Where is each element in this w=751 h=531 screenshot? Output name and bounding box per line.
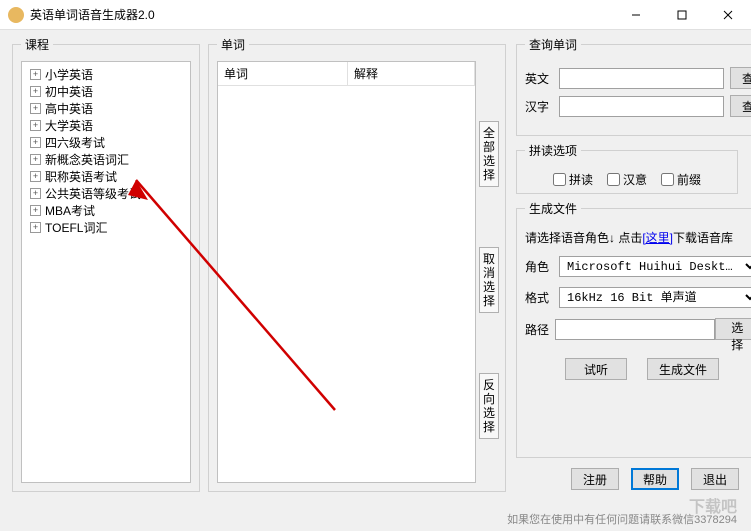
tree-item[interactable]: +初中英语 — [24, 83, 188, 100]
footer-text: 如果您在使用中有任何问题请联系微信3378294 — [507, 511, 737, 527]
maximize-button[interactable] — [659, 0, 705, 30]
path-label: 路径 — [525, 321, 555, 338]
expand-icon[interactable]: + — [30, 171, 41, 182]
tree-item[interactable]: +MBA考试 — [24, 202, 188, 219]
voice-hint: 请选择语音角色↓ 点击[这里]下载语音库 — [525, 229, 751, 246]
format-label: 格式 — [525, 289, 559, 306]
hanyi-checkbox[interactable] — [607, 173, 620, 186]
pinyin-checkbox[interactable] — [553, 173, 566, 186]
role-label: 角色 — [525, 258, 559, 275]
pinyin-legend: 拼读选项 — [525, 142, 581, 159]
client-area: 课程 +小学英语 +初中英语 +高中英语 +大学英语 +四六级考试 +新概念英语… — [0, 30, 751, 531]
deselect-button[interactable]: 取消选择 — [479, 247, 499, 313]
help-button[interactable]: 帮助 — [631, 468, 679, 490]
expand-icon[interactable]: + — [30, 137, 41, 148]
chinese-input[interactable] — [559, 96, 724, 117]
tree-item[interactable]: +职称英语考试 — [24, 168, 188, 185]
expand-icon[interactable]: + — [30, 120, 41, 131]
path-input[interactable] — [555, 319, 715, 340]
expand-icon[interactable]: + — [30, 154, 41, 165]
tree-item[interactable]: +公共英语等级考试 — [24, 185, 188, 202]
pinyin-check[interactable]: 拼读 — [553, 171, 593, 188]
invert-selection-button[interactable]: 反向选择 — [479, 373, 499, 439]
english-input[interactable] — [559, 68, 724, 89]
generate-group: 生成文件 请选择语音角色↓ 点击[这里]下载语音库 角色 Microsoft H… — [516, 200, 751, 458]
generate-legend: 生成文件 — [525, 200, 581, 217]
titlebar: 英语单词语音生成器2.0 — [0, 0, 751, 30]
window-title: 英语单词语音生成器2.0 — [30, 6, 613, 23]
download-voice-link[interactable]: [这里] — [642, 231, 673, 245]
expand-icon[interactable]: + — [30, 103, 41, 114]
query-group: 查询单词 英文 查询 汉字 查询 — [516, 36, 751, 136]
courses-group: 课程 +小学英语 +初中英语 +高中英语 +大学英语 +四六级考试 +新概念英语… — [12, 36, 200, 492]
column-word[interactable]: 单词 — [218, 62, 348, 85]
tree-item[interactable]: +小学英语 — [24, 66, 188, 83]
app-icon — [8, 7, 24, 23]
browse-button[interactable]: 选择 — [715, 318, 751, 340]
exit-button[interactable]: 退出 — [691, 468, 739, 490]
format-select[interactable]: 16kHz 16 Bit 单声道 — [559, 287, 751, 308]
tree-item[interactable]: +四六级考试 — [24, 134, 188, 151]
tree-item[interactable]: +高中英语 — [24, 100, 188, 117]
search-chinese-button[interactable]: 查询 — [730, 95, 751, 117]
chinese-label: 汉字 — [525, 98, 559, 115]
prefix-check[interactable]: 前缀 — [661, 171, 701, 188]
expand-icon[interactable]: + — [30, 205, 41, 216]
window-controls — [613, 0, 751, 30]
english-label: 英文 — [525, 70, 559, 87]
search-english-button[interactable]: 查询 — [730, 67, 751, 89]
expand-icon[interactable]: + — [30, 86, 41, 97]
bottom-actions: 注册 帮助 退出 — [571, 468, 739, 490]
expand-icon[interactable]: + — [30, 69, 41, 80]
close-button[interactable] — [705, 0, 751, 30]
column-meaning[interactable]: 解释 — [348, 62, 475, 85]
list-header: 单词 解释 — [218, 62, 475, 86]
select-all-button[interactable]: 全部选择 — [479, 121, 499, 187]
words-group: 单词 单词 解释 全部选择 取消选择 反向选择 — [208, 36, 506, 492]
generate-button[interactable]: 生成文件 — [647, 358, 719, 380]
prefix-checkbox[interactable] — [661, 173, 674, 186]
expand-icon[interactable]: + — [30, 222, 41, 233]
selection-buttons: 全部选择 取消选择 反向选择 — [479, 61, 501, 483]
preview-button[interactable]: 试听 — [565, 358, 627, 380]
hanyi-check[interactable]: 汉意 — [607, 171, 647, 188]
tree-item[interactable]: +新概念英语词汇 — [24, 151, 188, 168]
word-list[interactable]: 单词 解释 — [217, 61, 476, 483]
course-tree[interactable]: +小学英语 +初中英语 +高中英语 +大学英语 +四六级考试 +新概念英语词汇 … — [21, 61, 191, 483]
query-legend: 查询单词 — [525, 36, 581, 53]
expand-icon[interactable]: + — [30, 188, 41, 199]
pinyin-group: 拼读选项 拼读 汉意 前缀 — [516, 142, 738, 194]
role-select[interactable]: Microsoft Huihui Deskt… — [559, 256, 751, 277]
tree-item[interactable]: +大学英语 — [24, 117, 188, 134]
tree-item[interactable]: +TOEFL词汇 — [24, 219, 188, 236]
courses-legend: 课程 — [21, 36, 53, 53]
minimize-button[interactable] — [613, 0, 659, 30]
words-legend: 单词 — [217, 36, 249, 53]
register-button[interactable]: 注册 — [571, 468, 619, 490]
